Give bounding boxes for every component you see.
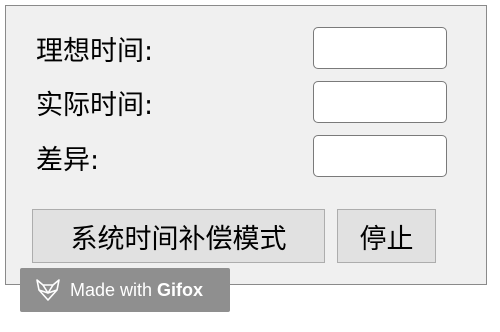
gifox-watermark: Made with Gifox [20, 268, 230, 312]
difference-field[interactable] [313, 135, 447, 177]
timer-window: 理想时间: 实际时间: 差异: 系统时间补偿模式 停止 [5, 5, 487, 285]
watermark-brand: Gifox [157, 279, 204, 300]
actual-time-label: 实际时间: [36, 90, 154, 121]
compensation-mode-button[interactable]: 系统时间补偿模式 [32, 209, 325, 263]
stop-button[interactable]: 停止 [337, 209, 436, 263]
ideal-time-label: 理想时间: [36, 36, 154, 67]
ideal-time-field[interactable] [313, 27, 447, 69]
difference-label: 差异: [36, 145, 100, 176]
actual-time-field[interactable] [313, 81, 447, 123]
fox-logo-icon [36, 279, 60, 301]
watermark-prefix: Made with [70, 279, 153, 300]
